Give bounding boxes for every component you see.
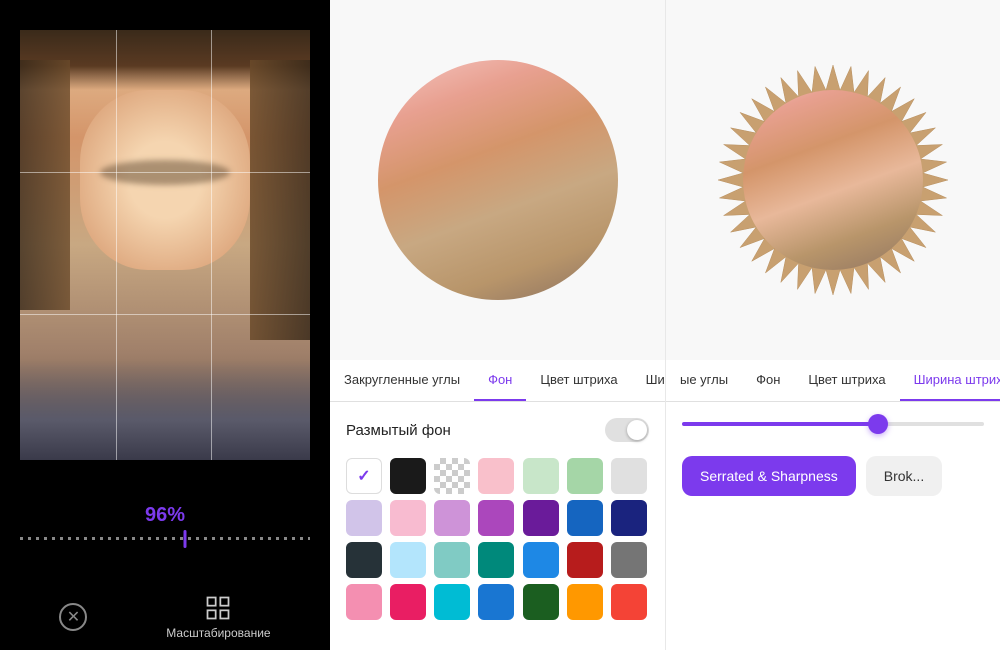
color-swatch-green-dark[interactable] [523, 584, 559, 620]
serrated-circle-svg [713, 60, 953, 300]
middle-image-area [330, 0, 665, 360]
broken-button[interactable]: Brok... [866, 456, 942, 496]
shape-buttons-row: Serrated & Sharpness Brok... [682, 456, 984, 496]
zoom-slider[interactable] [20, 537, 310, 540]
scale-label: Масштабирование [166, 626, 270, 640]
right-image-area [666, 0, 1000, 360]
slider-thumb [184, 530, 187, 548]
blur-toggle-row: Размытый фон [346, 418, 649, 442]
color-swatch-blue-royal[interactable] [478, 584, 514, 620]
color-swatch-purple-light[interactable] [434, 500, 470, 536]
color-swatch-red-dark[interactable] [567, 542, 603, 578]
middle-circle-photo [378, 60, 618, 300]
color-swatch-green-light[interactable] [523, 458, 559, 494]
color-swatch-blue-mid[interactable] [567, 500, 603, 536]
scale-icon [204, 594, 232, 622]
color-swatch-purple-mid[interactable] [478, 500, 514, 536]
middle-panel: Закругленные углы Фон Цвет штриха Шир...… [330, 0, 665, 650]
color-swatch-transparent[interactable] [434, 458, 470, 494]
zoom-percentage: 96% [145, 504, 185, 527]
middle-content: Размытый фон ✓ [330, 402, 665, 650]
left-image-container [20, 30, 310, 460]
color-swatch-purple-dark[interactable] [523, 500, 559, 536]
blur-toggle[interactable] [605, 418, 649, 442]
bottom-bar: ✕ Масштабирование [0, 584, 330, 640]
right-tab-stroke-color[interactable]: Цвет штриха [794, 360, 899, 401]
blur-label: Размытый фон [346, 422, 451, 439]
stroke-slider-row [682, 422, 984, 426]
color-swatch-white[interactable]: ✓ [346, 458, 382, 494]
color-swatch-teal-light[interactable] [434, 542, 470, 578]
tab-stroke-width-mid[interactable]: Шир... [632, 360, 665, 401]
color-swatch-navy[interactable] [611, 500, 647, 536]
checkmark-icon: ✓ [357, 466, 370, 486]
left-panel: 96% ✕ Масштабирование [0, 0, 330, 650]
color-grid: ✓ [346, 458, 649, 620]
slider-track [20, 537, 310, 540]
color-swatch-gray-mid[interactable] [611, 542, 647, 578]
color-swatch-blue-bright[interactable] [523, 542, 559, 578]
stroke-slider[interactable] [682, 422, 984, 426]
tab-background[interactable]: Фон [474, 360, 526, 401]
color-swatch-magenta[interactable] [390, 584, 426, 620]
color-swatch-gray-light[interactable] [611, 458, 647, 494]
color-swatch-teal-mid[interactable] [478, 542, 514, 578]
color-swatch-green-mid[interactable] [567, 458, 603, 494]
color-swatch-pink-pale[interactable] [390, 500, 426, 536]
right-tab-rounded[interactable]: ые углы [666, 360, 742, 401]
color-swatch-cyan[interactable] [434, 584, 470, 620]
right-tabs: ые углы Фон Цвет штриха Ширина штриха [666, 360, 1000, 402]
stroke-slider-thumb [868, 414, 888, 434]
right-tab-stroke-width[interactable]: Ширина штриха [900, 360, 1000, 401]
color-swatch-black[interactable] [390, 458, 426, 494]
tab-stroke-color[interactable]: Цвет штриха [526, 360, 631, 401]
color-swatch-red-bright[interactable] [611, 584, 647, 620]
color-swatch-orange[interactable] [567, 584, 603, 620]
scale-button[interactable]: Масштабирование [166, 594, 270, 640]
middle-tabs: Закругленные углы Фон Цвет штриха Шир... [330, 360, 665, 402]
color-swatch-lavender[interactable] [346, 500, 382, 536]
right-content: Serrated & Sharpness Brok... [666, 402, 1000, 650]
left-photo [20, 30, 310, 460]
left-controls: 96% [0, 504, 330, 540]
color-swatch-navy-dark[interactable] [346, 542, 382, 578]
right-tab-background[interactable]: Фон [742, 360, 794, 401]
right-circle-photo [713, 60, 953, 300]
toggle-knob [627, 420, 647, 440]
tab-rounded[interactable]: Закругленные углы [330, 360, 474, 401]
right-panel: ые углы Фон Цвет штриха Ширина штриха Se… [665, 0, 1000, 650]
color-swatch-blue-sky[interactable] [390, 542, 426, 578]
cancel-icon: ✕ [59, 603, 87, 631]
cancel-button[interactable]: ✕ [59, 603, 87, 631]
middle-photo-inner [378, 60, 618, 300]
color-swatch-pink-hot[interactable] [346, 584, 382, 620]
color-swatch-pink-light[interactable] [478, 458, 514, 494]
serrated-sharpness-button[interactable]: Serrated & Sharpness [682, 456, 856, 496]
